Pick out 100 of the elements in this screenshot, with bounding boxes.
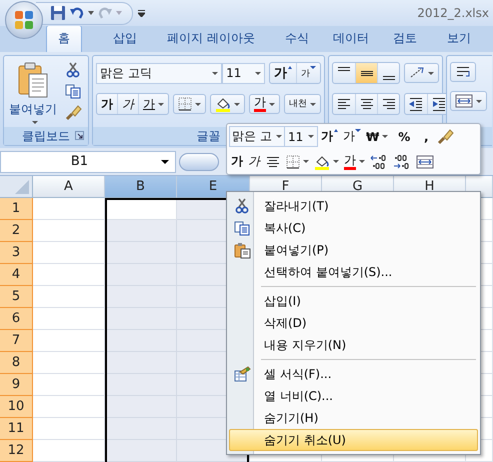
font-name-field[interactable]: 맑은 고딕 (96, 62, 222, 84)
launcher-icon[interactable] (75, 131, 84, 140)
menu-item[interactable]: 열 너비(C)... (229, 385, 478, 407)
menu-item[interactable]: 내용 지우기(N) (229, 334, 478, 356)
shrink-font-button[interactable]: 가 (296, 63, 320, 83)
table-cell (33, 396, 105, 418)
table-cell (105, 308, 177, 330)
font-name-field[interactable]: 맑은 고 (229, 126, 285, 147)
ribbon-tab[interactable]: 검토 (378, 26, 432, 52)
dropdown-icon[interactable] (138, 10, 145, 16)
brush-icon (437, 128, 454, 145)
merge-cells-icon (416, 154, 434, 168)
menu-item[interactable]: 삭제(D) (229, 312, 478, 334)
row-header[interactable]: 7 (0, 330, 33, 352)
ribbon-tab[interactable]: 홈 (46, 25, 82, 52)
menu-item[interactable]: 복사(C) (229, 217, 478, 239)
currency-button[interactable]: ₩ (364, 126, 390, 147)
bold-button[interactable]: 가 (229, 151, 245, 172)
squares-icon (13, 9, 35, 31)
paint-bucket-icon (314, 154, 330, 170)
scissors-icon (234, 198, 250, 214)
scissors-icon[interactable] (65, 62, 81, 78)
table-cell (33, 418, 105, 440)
menu-item[interactable]: 붙여넣기(P) (229, 239, 478, 261)
font-color-button[interactable]: 가 (342, 151, 367, 172)
table-cell (105, 418, 177, 440)
phonetic-button[interactable]: 내천 (284, 94, 321, 114)
paint-bucket-icon (215, 96, 231, 112)
row-header[interactable]: 10 (0, 396, 33, 418)
row-header[interactable]: 11 (0, 418, 33, 440)
underline-button[interactable]: 가 (138, 94, 168, 114)
caret-icon (116, 11, 122, 15)
group-label: 클립보드 (4, 127, 88, 145)
menu-item[interactable]: 잘라내기(T) (229, 195, 478, 217)
brush-icon[interactable] (65, 104, 82, 121)
caret-icon[interactable] (88, 11, 94, 15)
row-header[interactable]: 9 (0, 374, 33, 396)
table-cell (33, 330, 105, 352)
row-header[interactable]: 5 (0, 286, 33, 308)
row-header[interactable]: 2 (0, 220, 33, 242)
border-button[interactable] (173, 94, 206, 114)
row-header[interactable]: 8 (0, 352, 33, 374)
column-header[interactable]: A (33, 176, 105, 198)
percent-button[interactable]: % (391, 126, 418, 147)
table-cell (105, 352, 177, 374)
border-icon (286, 154, 300, 168)
name-box[interactable]: B1 (0, 150, 176, 172)
font-size-field[interactable]: 11 (284, 126, 318, 147)
undo-icon[interactable] (69, 5, 85, 21)
menu-item[interactable]: 셀 서식(F)... (229, 363, 478, 385)
table-cell (105, 242, 177, 264)
menu-item[interactable]: 숨기기 취소(U) (229, 429, 478, 451)
row-header[interactable]: 3 (0, 242, 33, 264)
menu-item[interactable]: 선택하여 붙여넣기(S)... (229, 261, 478, 283)
paste-button[interactable]: 붙여넣기 (7, 62, 59, 127)
ribbon-tab[interactable]: 페이지 레이아웃 (152, 26, 270, 52)
wrap-text-button[interactable] (450, 62, 476, 82)
border-icon (178, 97, 192, 111)
clipboard-icon (234, 242, 250, 258)
table-cell (105, 264, 177, 286)
orientation-button[interactable] (404, 63, 439, 83)
redo-icon (97, 5, 113, 21)
shrink-font-button[interactable]: 가 (341, 126, 363, 147)
align-icon (382, 76, 394, 80)
column-header[interactable]: B (105, 176, 177, 198)
ribbon-tab[interactable]: 수식 (270, 26, 324, 52)
row-header[interactable]: 6 (0, 308, 33, 330)
font-color-button[interactable]: 가 (249, 94, 280, 114)
ribbon-tab[interactable]: 보기 (432, 26, 486, 52)
copy-icon[interactable] (65, 83, 81, 99)
menu-item[interactable]: 삽입(I) (229, 290, 478, 312)
row-header[interactable]: 4 (0, 264, 33, 286)
ribbon-tab[interactable]: 삽입 (98, 26, 152, 52)
column-header[interactable]: E (177, 176, 250, 198)
save-icon[interactable] (50, 5, 66, 21)
fill-color-button[interactable] (210, 94, 245, 114)
table-cell (33, 242, 105, 264)
ribbon-tab[interactable]: 데이터 (324, 26, 378, 52)
clipboard-icon (18, 62, 48, 98)
align-icon (336, 96, 352, 112)
menu-item[interactable]: 숨기기(H) (229, 407, 478, 429)
align-icon (380, 96, 396, 112)
row-header[interactable]: 12 (0, 440, 33, 462)
vertical-align-button[interactable] (355, 63, 377, 83)
bold-button[interactable]: 가 (97, 94, 117, 114)
table-cell (33, 198, 105, 220)
italic-button[interactable]: 가 (246, 151, 262, 172)
table-cell (105, 396, 177, 418)
table-cell (33, 440, 105, 462)
indent-icon (408, 96, 424, 112)
merge-cells-button[interactable] (450, 91, 487, 111)
grow-font-button[interactable]: 가 (270, 63, 296, 83)
table-cell (105, 440, 177, 462)
comma-button[interactable]: , (418, 126, 434, 147)
table-cell (105, 330, 177, 352)
italic-button[interactable]: 가 (117, 94, 138, 114)
merge-cells-icon (455, 94, 473, 108)
row-header[interactable]: 1 (0, 198, 33, 220)
font-size-field[interactable]: 11 (222, 62, 265, 84)
splitter-handle[interactable] (179, 152, 219, 170)
